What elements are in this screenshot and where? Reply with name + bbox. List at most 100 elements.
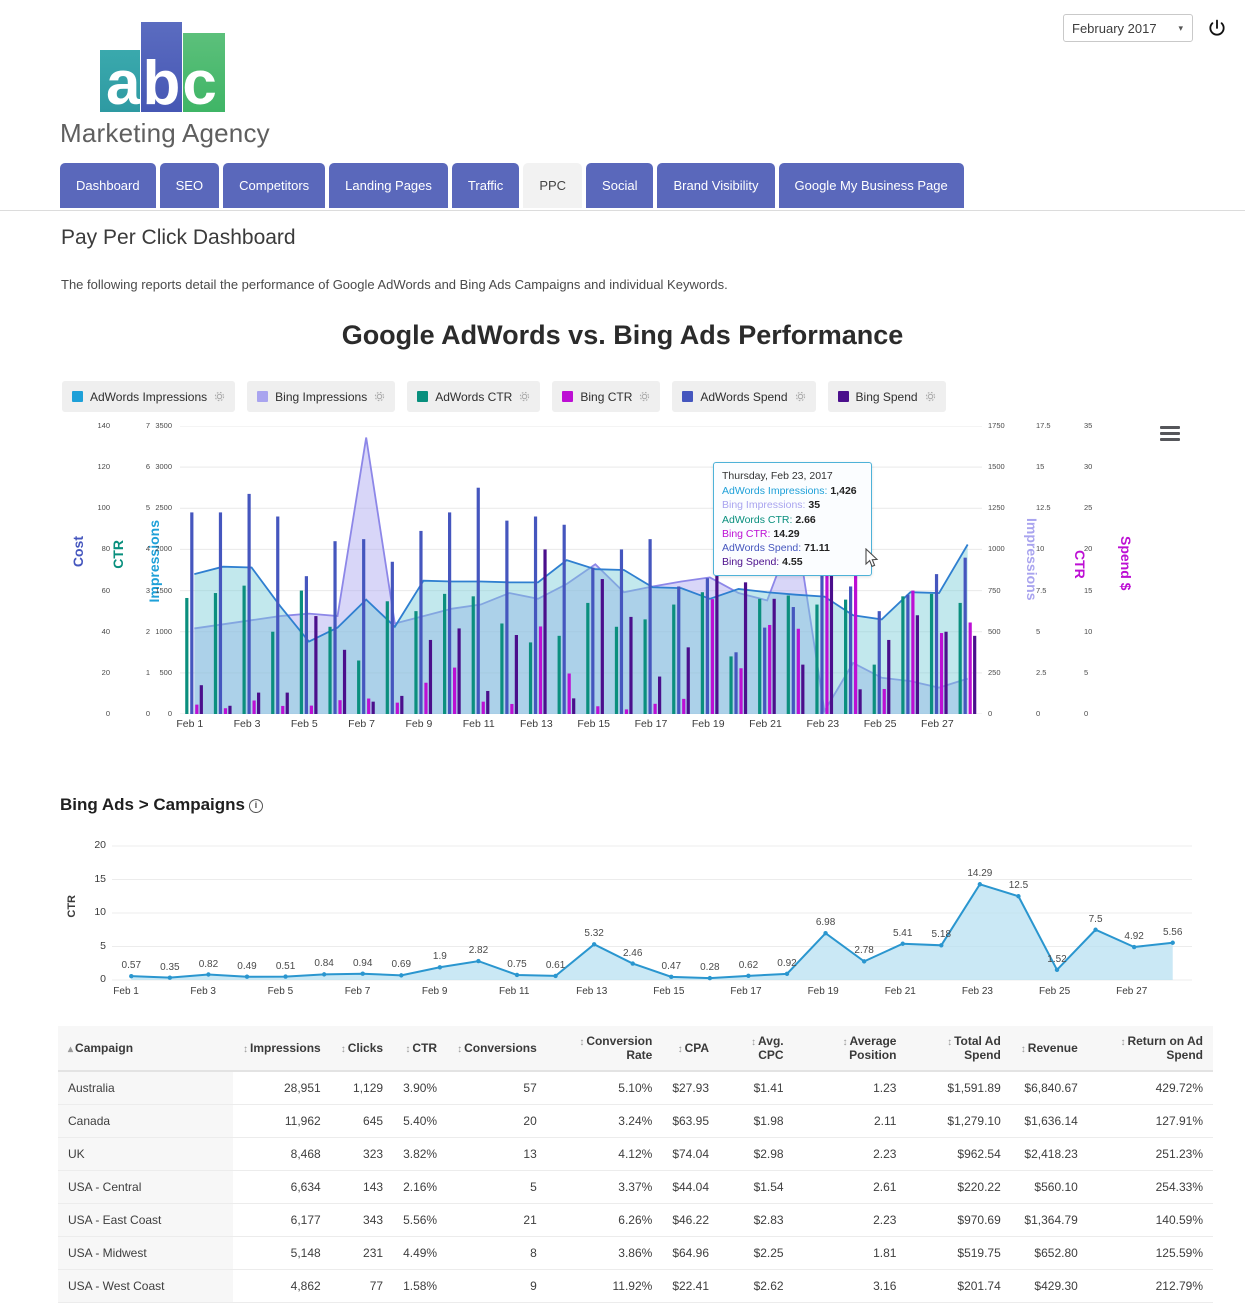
table-cell: 1.81 [794, 1237, 907, 1270]
gear-icon[interactable] [374, 391, 385, 402]
tab-social[interactable]: Social [586, 163, 653, 208]
mouse-cursor-icon [865, 548, 879, 568]
ctr-data-label: 0.61 [546, 960, 565, 971]
table-cell: 11.92% [547, 1270, 663, 1303]
axis-tick-impressions-right: 1000 [988, 544, 1005, 553]
x-axis-tick: Feb 19 [692, 718, 725, 730]
table-cell: 6.26% [547, 1204, 663, 1237]
tab-google-my-business-page[interactable]: Google My Business Page [779, 163, 964, 208]
table-header-ctr[interactable]: ↕CTR [393, 1026, 447, 1071]
sort-icon: ↕ [579, 1037, 584, 1048]
tab-traffic[interactable]: Traffic [452, 163, 519, 208]
table-cell: 3.37% [547, 1171, 663, 1204]
axis-tick-cost: 100 [76, 503, 110, 512]
gear-icon[interactable] [639, 391, 650, 402]
legend-item-adwords-spend[interactable]: AdWords Spend [672, 381, 815, 412]
table-cell: 5,148 [233, 1237, 331, 1270]
table-row[interactable]: USA - East Coast6,1773435.56%216.26%$46.… [58, 1204, 1213, 1237]
table-cell: 20 [447, 1105, 547, 1138]
table-row[interactable]: UK8,4683233.82%134.12%$74.04$2.982.23$96… [58, 1138, 1213, 1171]
axis-tick-cost: 120 [76, 462, 110, 471]
tab-landing-pages[interactable]: Landing Pages [329, 163, 448, 208]
table-header-total-ad-spend[interactable]: ↕Total Ad Spend [906, 1026, 1010, 1071]
table-cell: $6,840.67 [1011, 1071, 1088, 1105]
table-row[interactable]: USA - West Coast4,862771.58%911.92%$22.4… [58, 1270, 1213, 1303]
table-header-cpa[interactable]: ↕CPA [662, 1026, 719, 1071]
x-axis-tick: Feb 5 [291, 718, 318, 730]
table-row[interactable]: USA - Midwest5,1482314.49%83.86%$64.96$2… [58, 1237, 1213, 1270]
axis-tick-impressions-left: 2500 [138, 503, 172, 512]
ctr-chart-svg [62, 838, 1212, 1008]
axis-tick-ctr-right: 5 [1036, 627, 1040, 636]
table-header-avg-cpc[interactable]: ↕Avg. CPC [719, 1026, 794, 1071]
table-cell: $2.62 [719, 1270, 794, 1303]
sort-icon: ↕ [457, 1044, 462, 1055]
axis-tick-impressions-right: 250 [988, 668, 1001, 677]
ctr-data-label: 2.78 [854, 945, 873, 956]
axis-tick-impressions-left: 0 [138, 709, 172, 718]
x-axis-tick: Feb 3 [234, 718, 261, 730]
table-header-average-position[interactable]: ↕Average Position [794, 1026, 907, 1071]
ctr-x-tick: Feb 13 [576, 986, 607, 997]
legend-swatch [72, 391, 83, 402]
x-axis-tick: Feb 23 [806, 718, 839, 730]
table-cell: 2.61 [794, 1171, 907, 1204]
table-cell: $1,636.14 [1011, 1105, 1088, 1138]
sort-icon: ↕ [243, 1044, 248, 1055]
legend-item-adwords-impressions[interactable]: AdWords Impressions [62, 381, 235, 412]
table-cell: $1,591.89 [906, 1071, 1010, 1105]
table-header-campaign[interactable]: ▴Campaign [58, 1026, 233, 1071]
table-cell: 5 [447, 1171, 547, 1204]
table-cell: 3.82% [393, 1138, 447, 1171]
legend-swatch [682, 391, 693, 402]
tab-dashboard[interactable]: Dashboard [60, 163, 156, 208]
gear-icon[interactable] [795, 391, 806, 402]
chevron-down-icon: ▾ [1178, 23, 1183, 34]
table-cell: $1.54 [719, 1171, 794, 1204]
month-select[interactable]: February 2017 ▾ [1063, 14, 1193, 42]
legend-item-bing-impressions[interactable]: Bing Impressions [247, 381, 395, 412]
table-header-clicks[interactable]: ↕Clicks [331, 1026, 393, 1071]
table-header-revenue[interactable]: ↕Revenue [1011, 1026, 1088, 1071]
power-icon[interactable] [1207, 18, 1227, 38]
legend-item-bing-spend[interactable]: Bing Spend [828, 381, 946, 412]
table-cell: 254.33% [1088, 1171, 1213, 1204]
legend-item-adwords-ctr[interactable]: AdWords CTR [407, 381, 540, 412]
main-chart-plot: Thursday, Feb 23, 2017 AdWords Impressio… [180, 426, 982, 714]
table-row[interactable]: USA - Central6,6341432.16%53.37%$44.04$1… [58, 1171, 1213, 1204]
table-cell: 2.16% [393, 1171, 447, 1204]
company-logo: abc Marketing Agency [100, 22, 240, 112]
axis-tick-spend-right: 10 [1084, 627, 1092, 636]
table-header-conversion-rate[interactable]: ↕Conversion Rate [547, 1026, 663, 1071]
table-header-impressions[interactable]: ↕Impressions [233, 1026, 331, 1071]
page-title: Pay Per Click Dashboard [61, 226, 296, 250]
table-cell: $2.83 [719, 1204, 794, 1237]
tab-ppc[interactable]: PPC [523, 163, 582, 208]
header-controls: February 2017 ▾ [1063, 14, 1227, 42]
gear-icon[interactable] [519, 391, 530, 402]
table-row[interactable]: Australia28,9511,1293.90%575.10%$27.93$1… [58, 1071, 1213, 1105]
tooltip-row: Bing CTR: 14.29 [722, 527, 863, 541]
sort-icon: ↕ [341, 1044, 346, 1055]
tab-brand-visibility[interactable]: Brand Visibility [657, 163, 774, 208]
table-cell: 21 [447, 1204, 547, 1237]
ctr-data-label: 5.41 [893, 928, 912, 939]
sort-icon: ↕ [751, 1037, 756, 1048]
table-row[interactable]: Canada11,9626455.40%203.24%$63.95$1.982.… [58, 1105, 1213, 1138]
table-header-return-on-ad-spend[interactable]: ↕Return on Ad Spend [1088, 1026, 1213, 1071]
legend-item-bing-ctr[interactable]: Bing CTR [552, 381, 660, 412]
tab-seo[interactable]: SEO [160, 163, 219, 208]
table-cell: 57 [447, 1071, 547, 1105]
ctr-data-label: 5.32 [584, 928, 603, 939]
table-cell: 429.72% [1088, 1071, 1213, 1105]
tab-competitors[interactable]: Competitors [223, 163, 325, 208]
page-header: abc Marketing Agency February 2017 ▾ [0, 0, 1245, 160]
table-header-conversions[interactable]: ↕Conversions [447, 1026, 547, 1071]
x-axis-tick: Feb 7 [348, 718, 375, 730]
gear-icon[interactable] [214, 391, 225, 402]
hamburger-menu-icon[interactable] [1160, 426, 1180, 444]
info-icon[interactable]: i [249, 799, 263, 813]
gear-icon[interactable] [925, 391, 936, 402]
axis-tick-spend-right: 30 [1084, 462, 1092, 471]
table-cell: 4,862 [233, 1270, 331, 1303]
